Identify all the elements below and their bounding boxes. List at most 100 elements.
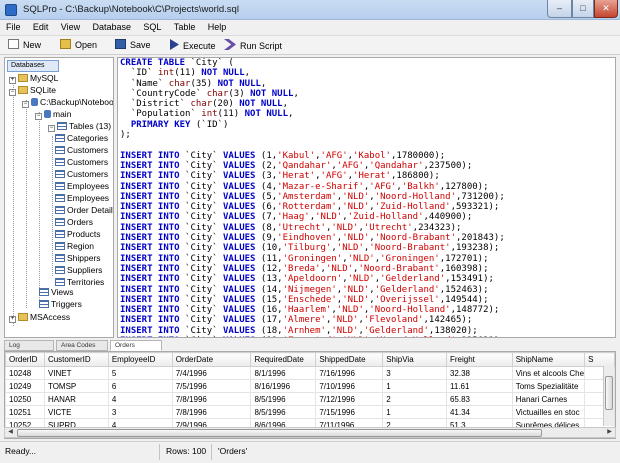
maximize-button[interactable]: □ bbox=[572, 0, 594, 18]
tree-node-tables[interactable]: − Tables (13) bbox=[48, 120, 111, 132]
column-header[interactable]: EmployeeID bbox=[107, 352, 173, 367]
tree-node-table[interactable]: Employees bbox=[55, 192, 109, 204]
tree-node-table[interactable]: Orders bbox=[55, 216, 93, 228]
column-header[interactable]: ShipVia bbox=[382, 352, 447, 367]
tree-node-table[interactable]: Shippers bbox=[55, 252, 101, 264]
table-row[interactable]: 10251 VICTE 3 7/8/1996 8/5/1996 7/15/1996 1 41.… bbox=[5, 405, 615, 419]
run-script-button[interactable]: Run Script bbox=[224, 39, 282, 53]
tree-node-table[interactable]: Suppliers bbox=[55, 264, 102, 276]
table-cell[interactable]: 4 bbox=[107, 392, 173, 406]
grid-horizontal-scrollbar[interactable]: ◀ ▶ bbox=[4, 427, 616, 438]
table-cell[interactable]: 3 bbox=[107, 405, 173, 419]
table-row[interactable]: 10248 VINET 5 7/4/1996 8/1/1996 7/16/1996 3 32.… bbox=[5, 366, 615, 380]
tree-node-msaccess[interactable]: + MSAccess bbox=[9, 311, 70, 323]
column-header[interactable]: ShipName bbox=[511, 352, 586, 367]
table-cell[interactable]: 1 bbox=[382, 405, 447, 419]
tree-node-table[interactable]: Customers bbox=[55, 144, 108, 156]
expand-icon[interactable]: + bbox=[9, 77, 16, 84]
table-cell[interactable]: TOMSP bbox=[43, 379, 109, 393]
tree-node-table[interactable]: Customers bbox=[55, 156, 108, 168]
tab-area-codes[interactable]: Area Codes bbox=[56, 340, 108, 351]
table-cell[interactable]: 7/8/1996 bbox=[171, 392, 252, 406]
table-cell[interactable]: Hanari Carnes bbox=[511, 392, 586, 406]
table-cell[interactable]: 7/16/1996 bbox=[315, 366, 384, 380]
table-cell[interactable]: 10251 bbox=[5, 405, 45, 419]
table-cell[interactable]: VICTE bbox=[43, 405, 109, 419]
databases-tab[interactable]: Databases bbox=[7, 60, 59, 72]
menu-view[interactable]: View bbox=[55, 20, 84, 32]
table-cell[interactable]: 7/12/1996 bbox=[315, 392, 384, 406]
table-cell[interactable]: 2 bbox=[382, 392, 447, 406]
tree-node-database-path[interactable]: − C:\Backup\Notebook bbox=[22, 96, 113, 108]
column-header[interactable]: RequiredDate bbox=[250, 352, 317, 367]
scroll-left-icon[interactable]: ◀ bbox=[5, 428, 16, 437]
tree-node-sqlite[interactable]: − SQLite bbox=[9, 84, 56, 96]
column-header[interactable]: ShippedDate bbox=[315, 352, 384, 367]
table-cell[interactable]: Vins et alcools Che bbox=[511, 366, 586, 380]
tree-node-table[interactable]: Employees bbox=[55, 180, 109, 192]
table-cell[interactable]: 10249 bbox=[5, 379, 45, 393]
tree-node-main[interactable]: − main bbox=[35, 108, 71, 120]
table-cell[interactable]: Toms Spezialitäte bbox=[511, 379, 586, 393]
grid-vertical-scrollbar[interactable] bbox=[603, 366, 614, 426]
collapse-icon[interactable]: − bbox=[22, 101, 29, 108]
table-cell[interactable]: 8/16/1996 bbox=[250, 379, 317, 393]
table-cell[interactable]: 11.61 bbox=[445, 379, 513, 393]
scroll-thumb[interactable] bbox=[17, 429, 542, 437]
execute-button[interactable]: Execute bbox=[170, 39, 216, 53]
menu-table[interactable]: Table bbox=[168, 20, 200, 32]
table-cell[interactable]: 7/8/1996 bbox=[171, 405, 252, 419]
table-cell[interactable]: 10250 bbox=[5, 392, 45, 406]
menu-file[interactable]: File bbox=[0, 20, 25, 32]
scroll-right-icon[interactable]: ▶ bbox=[604, 428, 615, 437]
collapse-icon[interactable]: − bbox=[9, 89, 16, 96]
open-button[interactable]: Open bbox=[60, 39, 97, 53]
tree-node-triggers[interactable]: Triggers bbox=[39, 298, 82, 310]
expand-icon[interactable]: + bbox=[9, 316, 16, 323]
sql-editor[interactable]: CREATE TABLE `City` ( `ID` int(11) NOT N… bbox=[117, 57, 616, 338]
tree-node-table[interactable]: Order Details bbox=[55, 204, 113, 216]
scroll-thumb[interactable] bbox=[605, 376, 613, 410]
table-cell[interactable]: 32.38 bbox=[445, 366, 513, 380]
table-row[interactable]: 10249 TOMSP 6 7/5/1996 8/16/1996 7/10/1996 1 11… bbox=[5, 379, 615, 393]
column-header[interactable]: Freight bbox=[445, 352, 513, 367]
table-cell[interactable]: 7/15/1996 bbox=[315, 405, 384, 419]
collapse-icon[interactable]: − bbox=[35, 113, 42, 120]
menu-edit[interactable]: Edit bbox=[27, 20, 53, 32]
collapse-icon[interactable]: − bbox=[48, 125, 55, 132]
table-cell[interactable]: 7/5/1996 bbox=[171, 379, 252, 393]
table-cell[interactable]: 65.83 bbox=[445, 392, 513, 406]
tree-node-table[interactable]: Categories bbox=[55, 132, 108, 144]
table-cell[interactable]: 8/5/1996 bbox=[250, 405, 317, 419]
table-cell[interactable]: 5 bbox=[107, 366, 173, 380]
table-cell[interactable]: HANAR bbox=[43, 392, 109, 406]
table-cell[interactable]: VINET bbox=[43, 366, 109, 380]
table-cell[interactable]: Victuailles en stoc bbox=[511, 405, 586, 419]
table-cell[interactable]: 10248 bbox=[5, 366, 45, 380]
table-cell[interactable]: 41.34 bbox=[445, 405, 513, 419]
column-header[interactable]: OrderID bbox=[5, 352, 45, 367]
menu-sql[interactable]: SQL bbox=[137, 20, 165, 32]
new-button[interactable]: New bbox=[8, 39, 41, 53]
table-cell[interactable]: 7/4/1996 bbox=[171, 366, 252, 380]
save-button[interactable]: Save bbox=[115, 39, 151, 53]
tree-node-views[interactable]: Views bbox=[39, 286, 74, 298]
close-button[interactable]: ✕ bbox=[594, 0, 618, 18]
minimize-button[interactable]: – bbox=[547, 0, 572, 18]
menu-database[interactable]: Database bbox=[87, 20, 136, 32]
column-header[interactable]: OrderDate bbox=[171, 352, 252, 367]
tree-node-table[interactable]: Customers bbox=[55, 168, 108, 180]
table-row[interactable]: 10250 HANAR 4 7/8/1996 8/5/1996 7/12/1996 2 65.… bbox=[5, 392, 615, 406]
table-cell[interactable]: 7/10/1996 bbox=[315, 379, 384, 393]
column-header[interactable]: CustomerID bbox=[43, 352, 109, 367]
table-cell[interactable]: 8/1/1996 bbox=[250, 366, 317, 380]
table-cell[interactable]: 8/5/1996 bbox=[250, 392, 317, 406]
tree-node-table[interactable]: Products bbox=[55, 228, 101, 240]
tree-node-table[interactable]: Region bbox=[55, 240, 94, 252]
tab-orders[interactable]: Orders bbox=[110, 340, 162, 351]
table-cell[interactable]: 6 bbox=[107, 379, 173, 393]
table-cell[interactable]: 1 bbox=[382, 379, 447, 393]
column-header[interactable]: S bbox=[584, 352, 615, 367]
menu-help[interactable]: Help bbox=[202, 20, 231, 32]
tab-log[interactable]: Log bbox=[4, 340, 54, 351]
